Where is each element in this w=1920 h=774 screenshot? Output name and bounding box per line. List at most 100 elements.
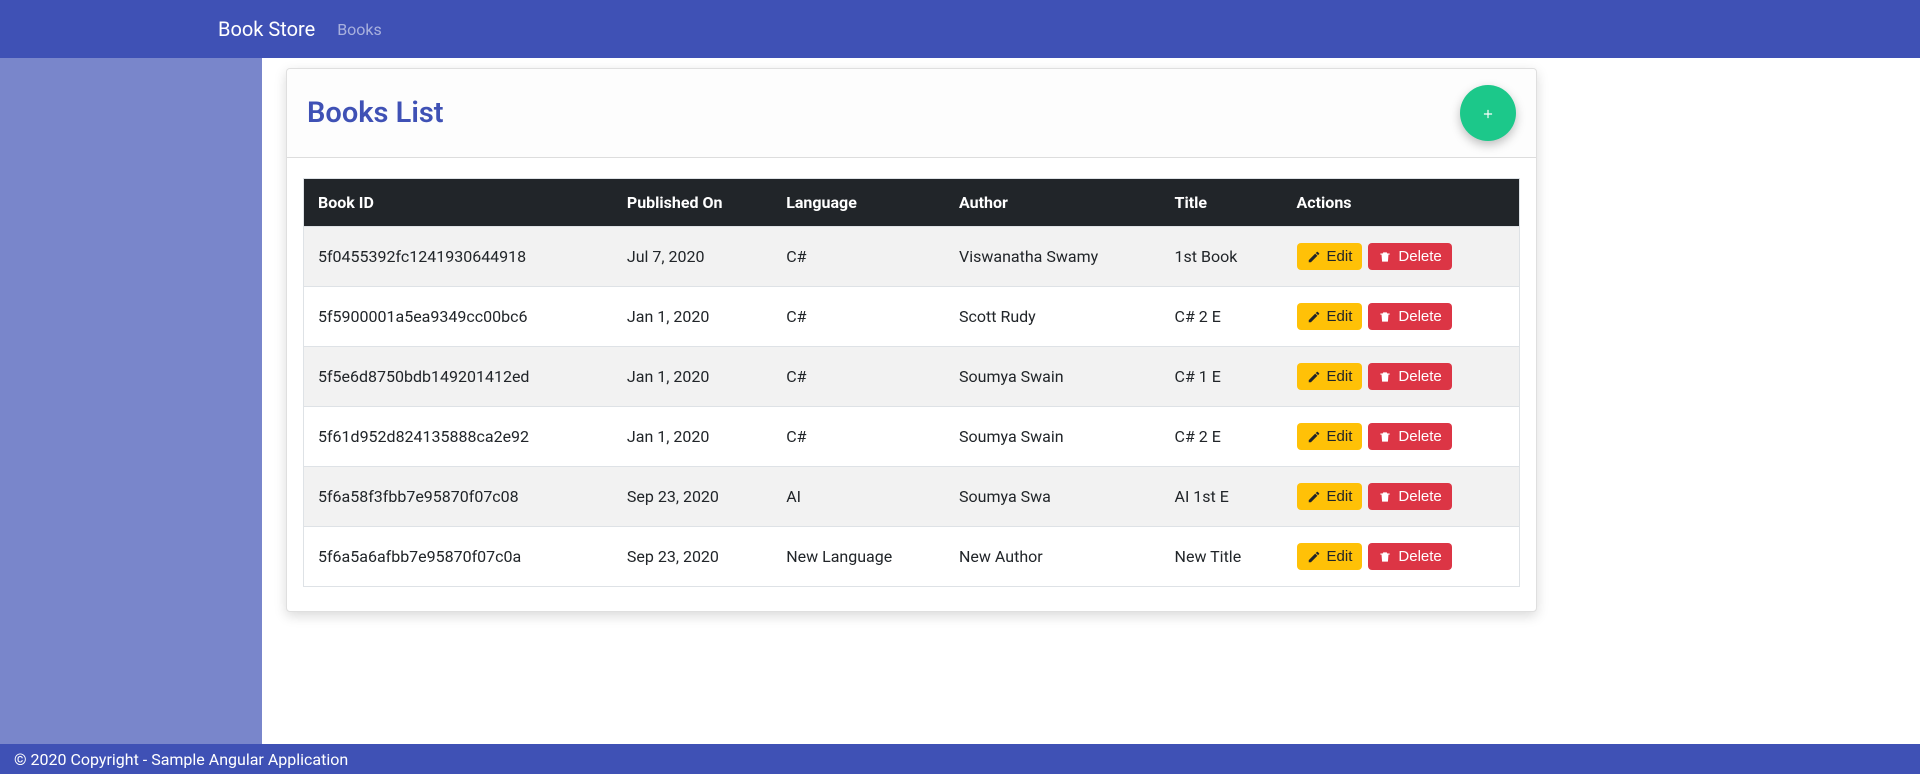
edit-label: Edit — [1327, 429, 1353, 444]
cell-book-id: 5f6a58f3fbb7e95870f07c08 — [304, 467, 613, 527]
cell-published-on: Jan 1, 2020 — [613, 287, 772, 347]
table-row: 5f6a58f3fbb7e95870f07c08Sep 23, 2020AISo… — [304, 467, 1520, 527]
edit-label: Edit — [1327, 549, 1353, 564]
cell-book-id: 5f5e6d8750bdb149201412ed — [304, 347, 613, 407]
cell-actions: Edit Delete — [1283, 407, 1520, 467]
edit-button[interactable]: Edit — [1297, 303, 1363, 330]
navbar: Book Store Books — [0, 0, 1920, 58]
trash-icon — [1378, 369, 1392, 384]
table-body: 5f0455392fc1241930644918Jul 7, 2020C#Vis… — [304, 227, 1520, 587]
table-row: 5f5e6d8750bdb149201412edJan 1, 2020C#Sou… — [304, 347, 1520, 407]
pencil-icon — [1307, 309, 1321, 324]
col-title: Title — [1161, 179, 1283, 227]
sidebar — [0, 58, 262, 744]
main-content: Books List Book ID Published On Language… — [262, 58, 1920, 744]
add-book-button[interactable] — [1460, 85, 1516, 141]
cell-title: 1st Book — [1161, 227, 1283, 287]
cell-published-on: Jul 7, 2020 — [613, 227, 772, 287]
pencil-icon — [1307, 369, 1321, 384]
footer-text: © 2020 Copyright - Sample Angular Applic… — [14, 750, 348, 769]
pencil-icon — [1307, 249, 1321, 264]
cell-author: Soumya Swain — [945, 347, 1161, 407]
cell-language: New Language — [772, 527, 945, 587]
delete-label: Delete — [1398, 309, 1441, 324]
trash-icon — [1378, 549, 1392, 564]
delete-button[interactable]: Delete — [1368, 423, 1451, 450]
cell-actions: Edit Delete — [1283, 227, 1520, 287]
cell-author: Soumya Swa — [945, 467, 1161, 527]
edit-button[interactable]: Edit — [1297, 363, 1363, 390]
cell-book-id: 5f61d952d824135888ca2e92 — [304, 407, 613, 467]
cell-book-id: 5f6a5a6afbb7e95870f07c0a — [304, 527, 613, 587]
delete-label: Delete — [1398, 489, 1441, 504]
cell-language: C# — [772, 287, 945, 347]
cell-author: New Author — [945, 527, 1161, 587]
cell-title: AI 1st E — [1161, 467, 1283, 527]
cell-author: Viswanatha Swamy — [945, 227, 1161, 287]
edit-button[interactable]: Edit — [1297, 543, 1363, 570]
cell-actions: Edit Delete — [1283, 467, 1520, 527]
cell-language: C# — [772, 227, 945, 287]
pencil-icon — [1307, 489, 1321, 504]
edit-label: Edit — [1327, 249, 1353, 264]
delete-button[interactable]: Delete — [1368, 363, 1451, 390]
edit-label: Edit — [1327, 369, 1353, 384]
cell-actions: Edit Delete — [1283, 287, 1520, 347]
edit-button[interactable]: Edit — [1297, 483, 1363, 510]
cell-published-on: Sep 23, 2020 — [613, 467, 772, 527]
table-row: 5f5900001a5ea9349cc00bc6Jan 1, 2020C#Sco… — [304, 287, 1520, 347]
cell-title: New Title — [1161, 527, 1283, 587]
table-row: 5f61d952d824135888ca2e92Jan 1, 2020C#Sou… — [304, 407, 1520, 467]
trash-icon — [1378, 249, 1392, 264]
cell-title: C# 2 E — [1161, 407, 1283, 467]
delete-label: Delete — [1398, 429, 1441, 444]
cell-author: Soumya Swain — [945, 407, 1161, 467]
cell-author: Scott Rudy — [945, 287, 1161, 347]
books-table: Book ID Published On Language Author Tit… — [303, 178, 1520, 587]
edit-button[interactable]: Edit — [1297, 243, 1363, 270]
cell-published-on: Jan 1, 2020 — [613, 407, 772, 467]
navbar-brand[interactable]: Book Store — [218, 17, 315, 41]
cell-book-id: 5f5900001a5ea9349cc00bc6 — [304, 287, 613, 347]
pencil-icon — [1307, 549, 1321, 564]
delete-button[interactable]: Delete — [1368, 243, 1451, 270]
edit-button[interactable]: Edit — [1297, 423, 1363, 450]
delete-label: Delete — [1398, 249, 1441, 264]
nav-link-books[interactable]: Books — [337, 20, 382, 39]
cell-language: AI — [772, 467, 945, 527]
col-book-id: Book ID — [304, 179, 613, 227]
trash-icon — [1378, 489, 1392, 504]
edit-label: Edit — [1327, 309, 1353, 324]
table-head: Book ID Published On Language Author Tit… — [304, 179, 1520, 227]
cell-actions: Edit Delete — [1283, 527, 1520, 587]
cell-language: C# — [772, 347, 945, 407]
col-language: Language — [772, 179, 945, 227]
edit-label: Edit — [1327, 489, 1353, 504]
col-published-on: Published On — [613, 179, 772, 227]
table-row: 5f0455392fc1241930644918Jul 7, 2020C#Vis… — [304, 227, 1520, 287]
plus-icon — [1481, 103, 1495, 124]
delete-button[interactable]: Delete — [1368, 543, 1451, 570]
trash-icon — [1378, 429, 1392, 444]
footer: © 2020 Copyright - Sample Angular Applic… — [0, 744, 1920, 774]
cell-title: C# 2 E — [1161, 287, 1283, 347]
trash-icon — [1378, 309, 1392, 324]
cell-published-on: Jan 1, 2020 — [613, 347, 772, 407]
cell-actions: Edit Delete — [1283, 347, 1520, 407]
page-title: Books List — [307, 96, 444, 130]
table-row: 5f6a5a6afbb7e95870f07c0aSep 23, 2020New … — [304, 527, 1520, 587]
cell-language: C# — [772, 407, 945, 467]
delete-button[interactable]: Delete — [1368, 303, 1451, 330]
cell-title: C# 1 E — [1161, 347, 1283, 407]
books-card: Books List Book ID Published On Language… — [286, 68, 1537, 612]
card-header: Books List — [287, 69, 1536, 158]
delete-button[interactable]: Delete — [1368, 483, 1451, 510]
delete-label: Delete — [1398, 369, 1441, 384]
pencil-icon — [1307, 429, 1321, 444]
card-body: Book ID Published On Language Author Tit… — [287, 158, 1536, 611]
delete-label: Delete — [1398, 549, 1441, 564]
col-actions: Actions — [1283, 179, 1520, 227]
col-author: Author — [945, 179, 1161, 227]
cell-book-id: 5f0455392fc1241930644918 — [304, 227, 613, 287]
cell-published-on: Sep 23, 2020 — [613, 527, 772, 587]
